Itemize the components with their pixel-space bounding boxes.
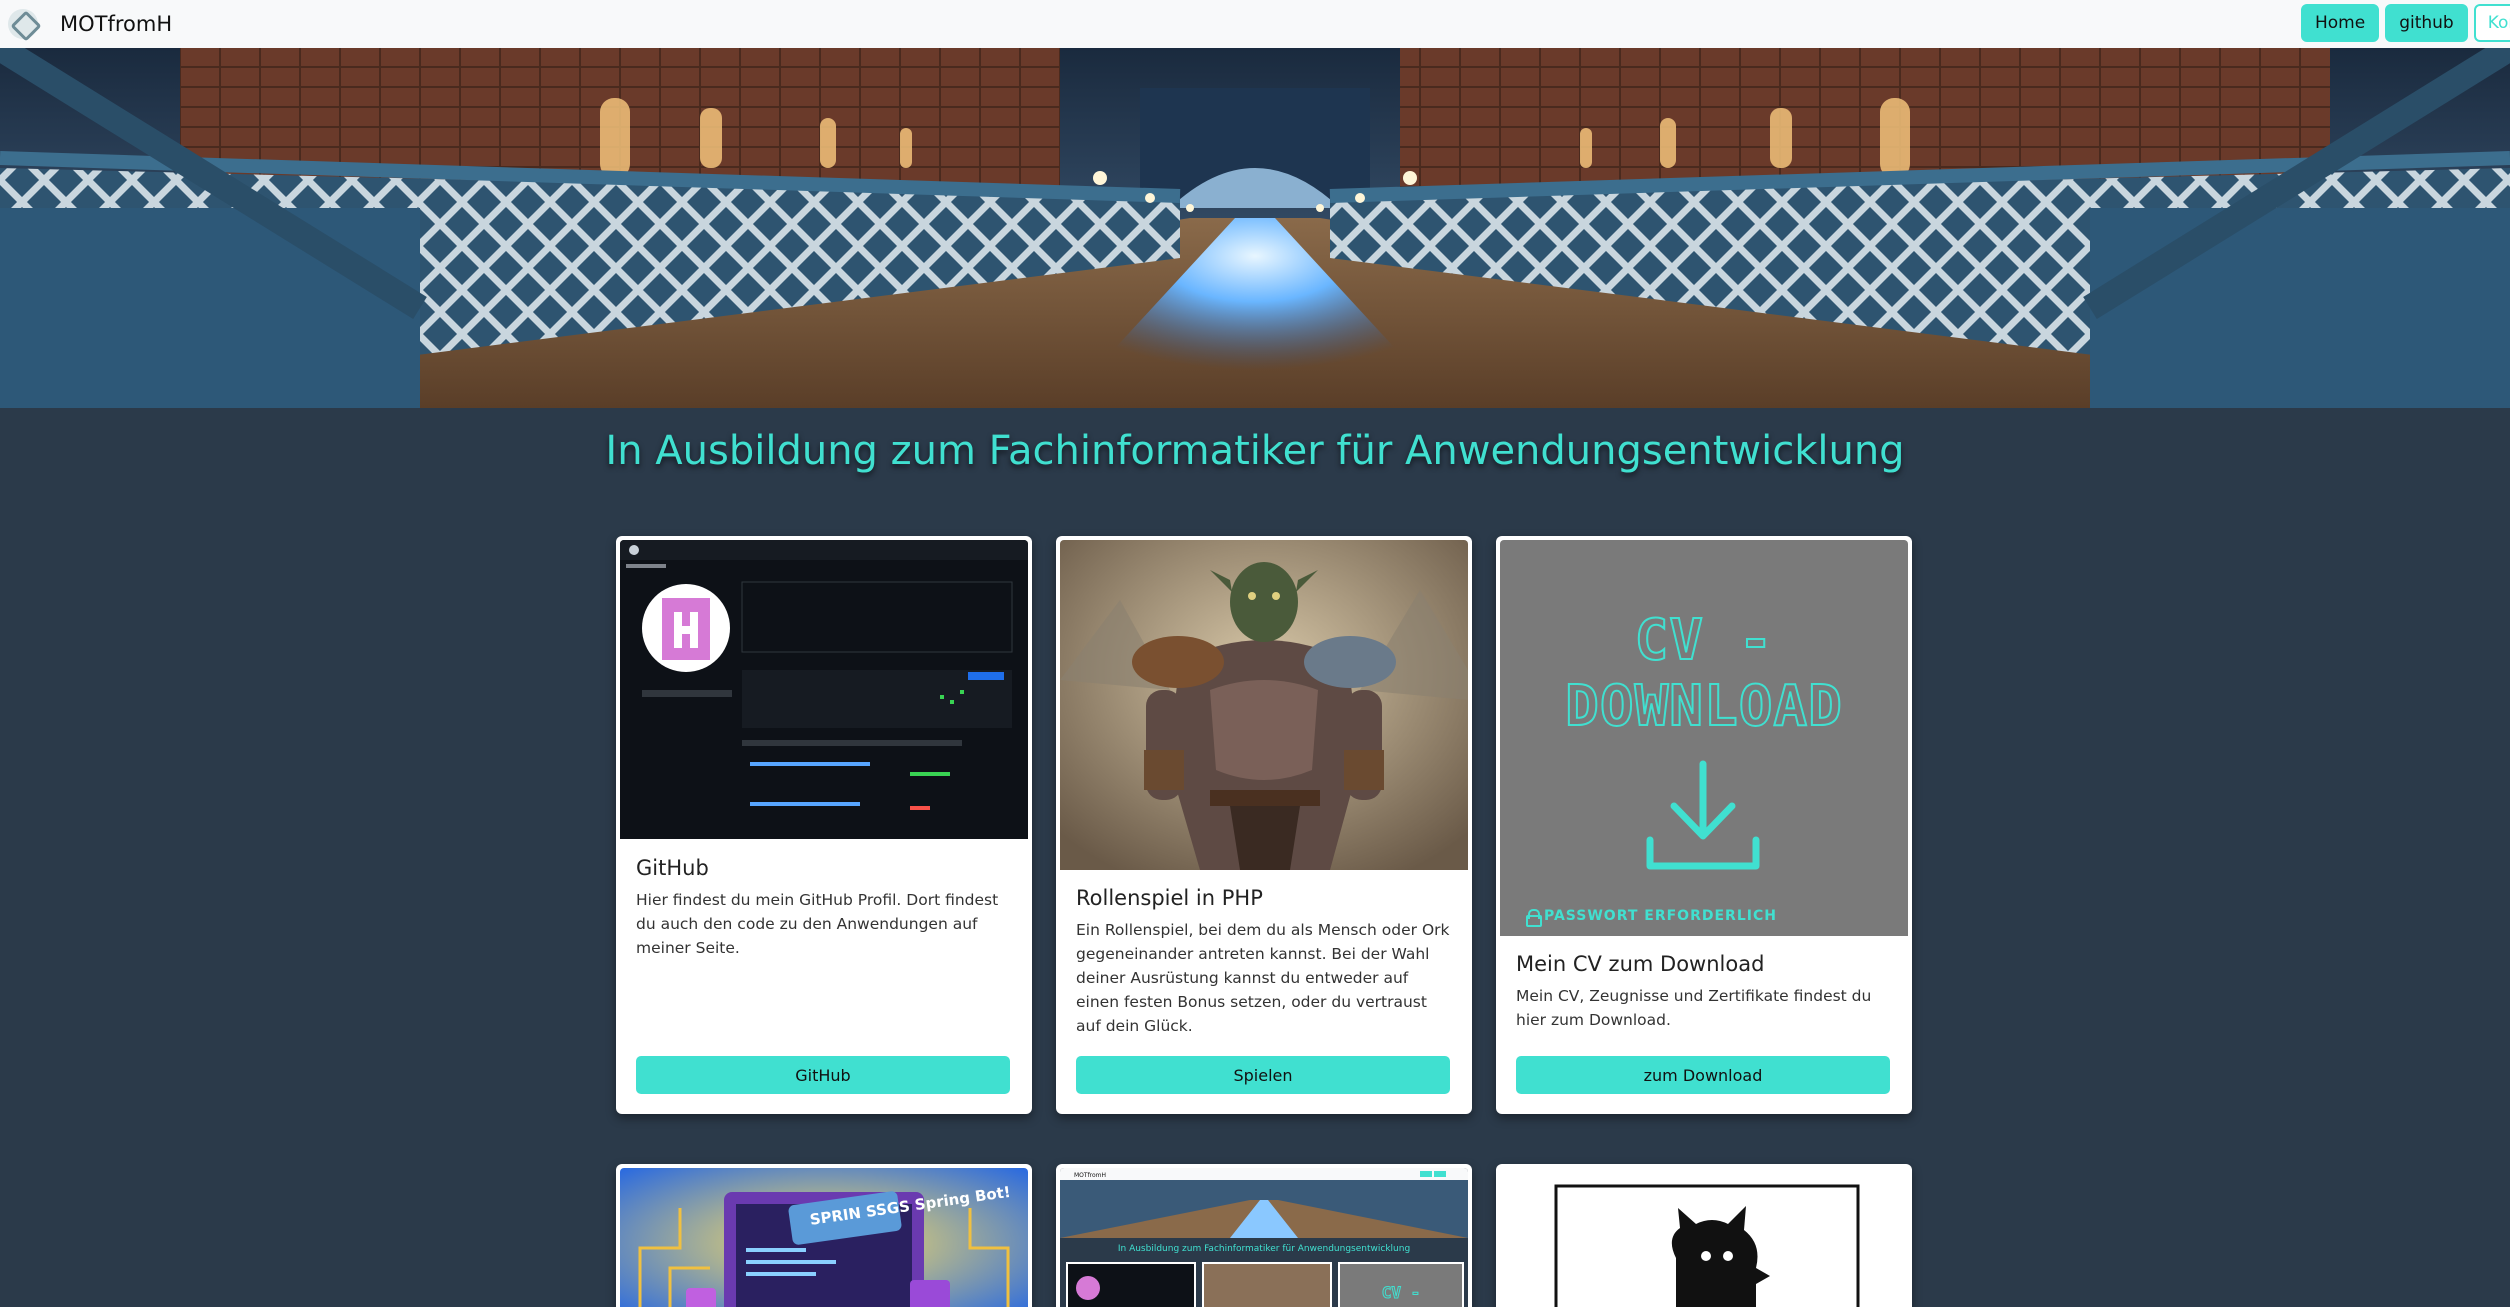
orc-warrior-image [1060, 540, 1468, 870]
card-github-button[interactable]: GitHub [636, 1056, 1010, 1094]
nav-github-button[interactable]: github [2385, 4, 2468, 42]
cv-image-heading: CV - DOWNLOAD [1564, 607, 1843, 740]
card-github-text: Hier findest du mein GitHub Profil. Dort… [636, 891, 999, 957]
brand-name: MOTfromH [60, 12, 173, 36]
nav-home-button[interactable]: Home [2301, 4, 2380, 42]
card-rollenspiel-button[interactable]: Spielen [1076, 1056, 1450, 1094]
card-github-title: GitHub [636, 856, 709, 880]
card-github: GitHub Hier findest du mein GitHub Profi… [616, 536, 1032, 1114]
hero-image [0, 48, 2510, 408]
page-headline: In Ausbildung zum Fachinformatiker für A… [605, 428, 1905, 474]
github-profile-screenshot [620, 540, 1028, 839]
card-cv: CV - DOWNLOAD PASSWORT ERFORDERLICH Mein… [1496, 536, 1912, 1114]
svg-text:CV -: CV - [1382, 1283, 1421, 1302]
website-preview-headline: In Ausbildung zum Fachinformatiker für A… [1118, 1244, 1410, 1254]
nav-kontakt-button[interactable]: Kontakt [2473, 4, 2510, 42]
card-website-preview: MOTfromH In Ausbildung zum Fachinformati… [1056, 1164, 1472, 1307]
card-cv-text: Mein CV, Zeugnisse und Zertifikate finde… [1516, 987, 1872, 1029]
cv-download-image: CV - DOWNLOAD PASSWORT ERFORDERLICH [1500, 540, 1908, 936]
nav-links: Home github Kontakt [2301, 4, 2510, 42]
brand[interactable]: MOTfromH [8, 9, 172, 39]
card-silhouette [1496, 1164, 1912, 1307]
spring-bot-image: SPRIN SSGS Spring Bot! [620, 1168, 1028, 1307]
navbar: MOTfromH Home github Kontakt [0, 0, 2510, 48]
card-cv-title: Mein CV zum Download [1516, 952, 1765, 976]
website-preview-image: MOTfromH In Ausbildung zum Fachinformati… [1060, 1168, 1468, 1307]
card-spring-bot: SPRIN SSGS Spring Bot! [616, 1164, 1032, 1307]
card-cv-button[interactable]: zum Download [1516, 1056, 1890, 1094]
cv-password-note: PASSWORT ERFORDERLICH [1526, 908, 1777, 927]
card-rollenspiel: Rollenspiel in PHP Ein Rollenspiel, bei … [1056, 536, 1472, 1114]
cv-password-text: PASSWORT ERFORDERLICH [1544, 908, 1777, 924]
website-preview-brand: MOTfromH [1074, 1172, 1106, 1179]
download-icon [1646, 760, 1760, 870]
lock-icon [1526, 909, 1542, 927]
silhouette-image [1500, 1168, 1908, 1307]
brand-logo-icon [8, 9, 38, 39]
card-rollenspiel-text: Ein Rollenspiel, bei dem du als Mensch o… [1076, 921, 1450, 1035]
card-rollenspiel-title: Rollenspiel in PHP [1076, 886, 1263, 910]
